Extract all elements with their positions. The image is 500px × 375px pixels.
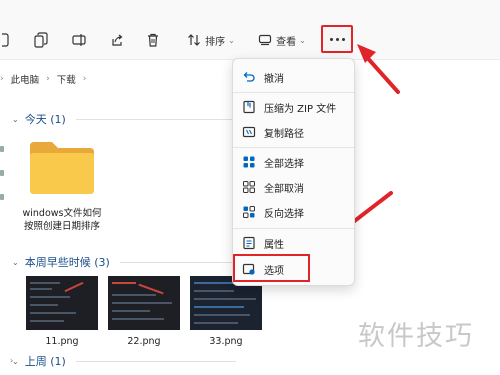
- menu-divider: [233, 92, 354, 93]
- group-divider: [120, 262, 236, 263]
- menu-item-label: 全部取消: [264, 183, 304, 195]
- file-name[interactable]: 11.png: [26, 336, 98, 347]
- undo-icon: [242, 70, 256, 84]
- group-divider: [76, 119, 236, 120]
- select-none-icon: [242, 180, 256, 194]
- pin-icon: [0, 146, 4, 152]
- options-highlight-box: [233, 254, 310, 282]
- breadcrumb-this-pc[interactable]: 此电脑: [11, 72, 40, 86]
- image-thumbnail[interactable]: [108, 276, 180, 330]
- chevron-down-icon: ⌄: [12, 114, 19, 124]
- menu-item-select-none[interactable]: 全部取消: [236, 175, 351, 199]
- group-label: 今天 (1): [24, 113, 66, 126]
- group-label: 上周 (1): [24, 355, 66, 368]
- zip-icon: [242, 100, 256, 114]
- menu-item-label: 压缩为 ZIP 文件: [264, 103, 337, 115]
- menu-item-label: 全部选择: [264, 158, 304, 170]
- file-name[interactable]: 22.png: [108, 336, 180, 347]
- breadcrumb-downloads[interactable]: 下载: [57, 72, 76, 86]
- menu-item-label: 属性: [264, 239, 284, 251]
- menu-item-label: 复制路径: [264, 128, 304, 140]
- file-name[interactable]: 33.png: [190, 336, 262, 347]
- group-divider: [76, 361, 236, 362]
- chevron-down-icon: ⌄: [12, 257, 19, 267]
- breadcrumb: › 此电脑 › 下载 ›: [0, 68, 240, 90]
- watermark: 软件技巧: [358, 321, 474, 352]
- menu-divider: [233, 228, 354, 229]
- group-header-today[interactable]: ⌄ 今天 (1): [12, 111, 66, 127]
- group-header-last-week[interactable]: ⌄ 上周 (1): [12, 353, 66, 369]
- group-header-earlier-this-week[interactable]: ⌄ 本周早些时候 (3): [12, 254, 110, 270]
- chevron-right-icon: ›: [0, 74, 4, 84]
- group-label: 本周早些时候 (3): [24, 256, 110, 269]
- menu-item-label: 撤消: [264, 73, 284, 85]
- folder-icon[interactable]: [28, 140, 96, 196]
- menu-divider: [233, 147, 354, 148]
- pin-icon: [0, 170, 4, 176]
- folder-name[interactable]: windows文件如何按照创建日期排序: [22, 207, 102, 233]
- invert-selection-icon: [242, 205, 256, 219]
- menu-item-copy-path[interactable]: 复制路径: [236, 120, 351, 144]
- copy-path-icon: [242, 125, 256, 139]
- image-thumbnail[interactable]: [26, 276, 98, 330]
- select-all-icon: [242, 155, 256, 169]
- menu-item-invert-selection[interactable]: 反向选择: [236, 200, 351, 224]
- menu-item-properties[interactable]: 属性: [236, 231, 351, 255]
- menu-item-label: 反向选择: [264, 208, 304, 220]
- menu-item-compress-zip[interactable]: 压缩为 ZIP 文件: [236, 95, 351, 119]
- properties-icon: [242, 236, 256, 250]
- chevron-down-icon: ⌄: [12, 356, 19, 366]
- more-options-menu: 撤消 压缩为 ZIP 文件 复制路径 全部选择 全部取消 反向选择 属性 选项: [232, 58, 355, 286]
- pin-icon: [0, 194, 4, 200]
- chevron-right-icon: ›: [46, 74, 50, 84]
- menu-item-undo[interactable]: 撤消: [236, 65, 351, 89]
- chevron-right-icon: ›: [82, 74, 87, 84]
- menu-item-select-all[interactable]: 全部选择: [236, 150, 351, 174]
